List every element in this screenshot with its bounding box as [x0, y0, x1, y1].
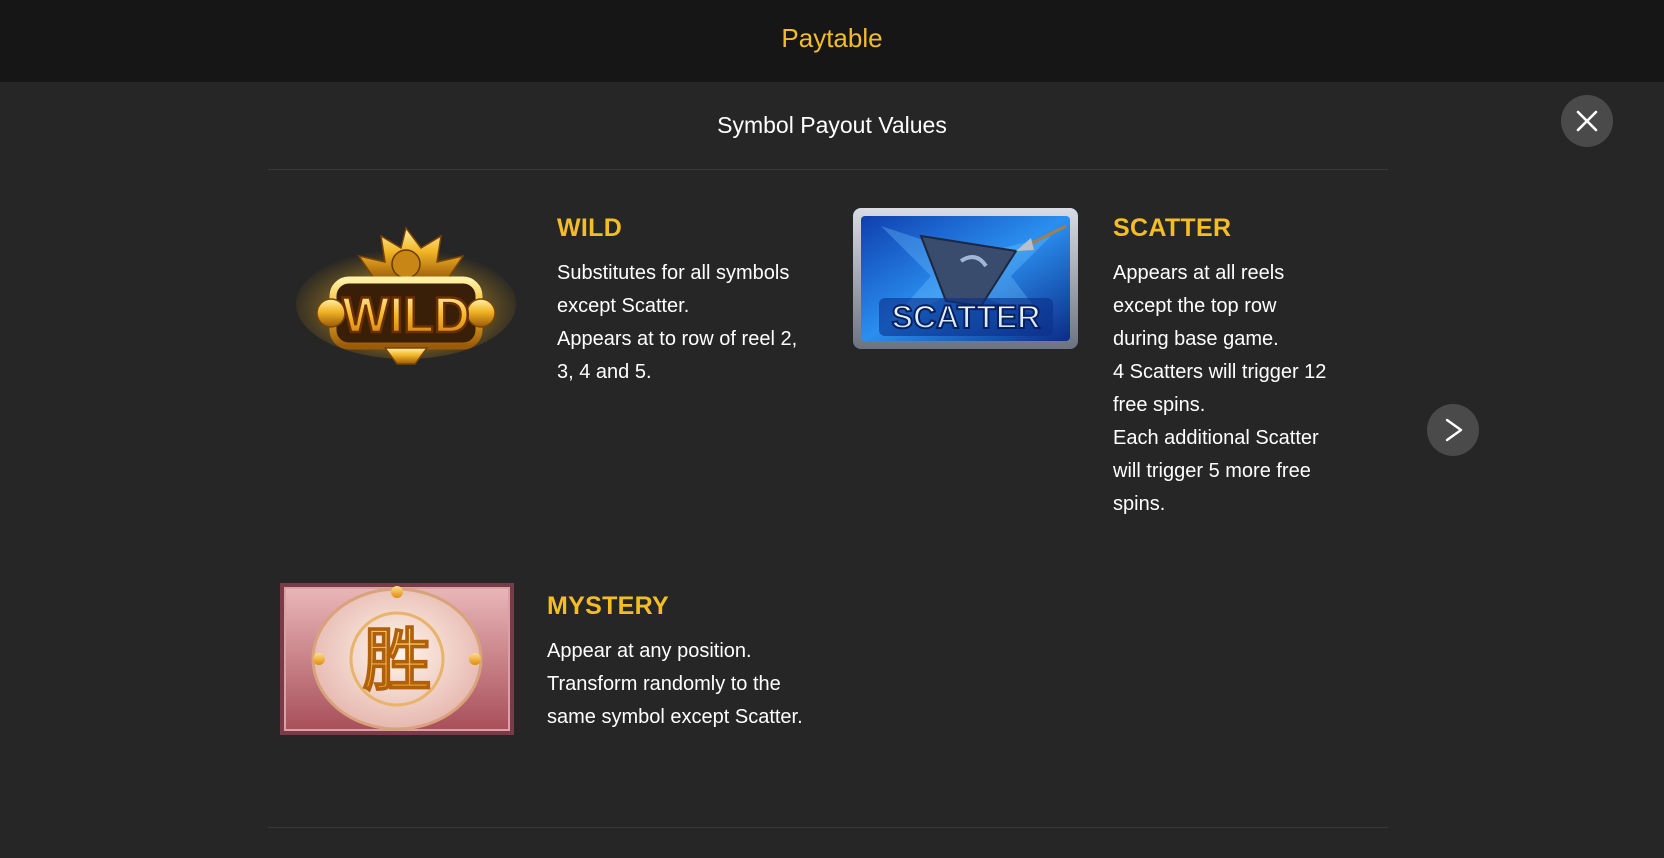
mystery-desc-line: Transform randomly to the [547, 673, 781, 695]
scatter-desc-line: free spins. [1113, 394, 1206, 416]
scatter-desc-line: during base game. [1113, 328, 1279, 350]
mystery-description: Appear at any position. Transform random… [547, 635, 803, 734]
wild-desc-line: except Scatter. [557, 295, 690, 317]
wild-description: Substitutes for all symbols except Scatt… [557, 257, 797, 389]
mystery-name: MYSTERY [547, 592, 670, 620]
wild-desc-line: Appears at to row of reel 2, [557, 328, 798, 350]
scatter-symbol-image: SCATTER [853, 208, 1078, 349]
next-page-button[interactable] [1427, 404, 1479, 456]
header-bar: Paytable [0, 0, 1664, 82]
scatter-image-label: SCATTER [892, 299, 1041, 335]
mystery-image-label: 胜 [363, 622, 431, 701]
mystery-symbol-image: 胜 [280, 583, 514, 735]
scatter-desc-line: Each additional Scatter [1113, 427, 1319, 449]
mystery-desc-line: Appear at any position. [547, 640, 752, 662]
section-title: Symbol Payout Values [717, 112, 947, 138]
scatter-desc-line: spins. [1113, 493, 1166, 515]
wild-desc-line: Substitutes for all symbols [557, 262, 790, 284]
scatter-desc-line: 4 Scatters will trigger 12 [1113, 361, 1327, 383]
scatter-desc-line: will trigger 5 more free [1113, 460, 1311, 482]
mystery-desc-line: same symbol except Scatter. [547, 706, 803, 728]
top-divider [268, 169, 1388, 170]
wild-symbol-image: WILD [296, 226, 516, 365]
wild-desc-line: 3, 4 and 5. [557, 361, 652, 383]
page-title: Paytable [781, 23, 883, 53]
wild-name: WILD [557, 214, 623, 242]
scatter-desc-line: Appears at all reels [1113, 262, 1285, 284]
scatter-description: Appears at all reels except the top row … [1113, 257, 1326, 521]
scatter-desc-line: except the top row [1113, 295, 1277, 317]
wild-image-label: WILD [342, 287, 470, 343]
scatter-name: SCATTER [1113, 214, 1232, 242]
bottom-divider [268, 827, 1388, 828]
chevron-right-icon [1445, 418, 1463, 442]
